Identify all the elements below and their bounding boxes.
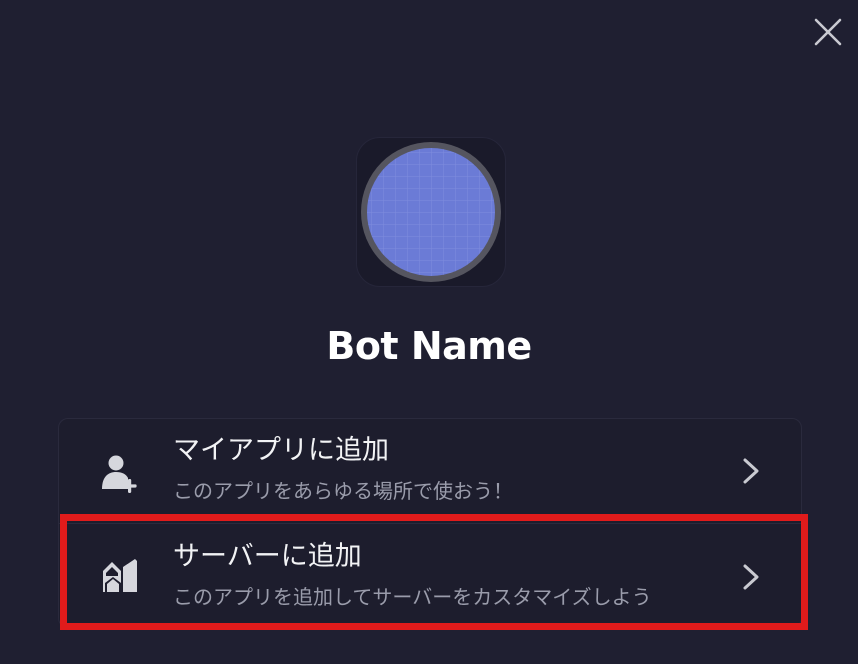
server-icon bbox=[103, 559, 137, 592]
bot-name: Bot Name bbox=[326, 324, 532, 368]
bot-avatar bbox=[361, 142, 501, 282]
add-options-list: マイアプリに追加 このアプリをあらゆる場所で使おう！ サーバーに追加 このアプリ… bbox=[58, 418, 802, 628]
add-to-server-option[interactable]: サーバーに追加 このアプリを追加してサーバーをカスタマイズしよう bbox=[59, 523, 801, 627]
option-title: マイアプリに追加 bbox=[173, 435, 389, 466]
close-button[interactable] bbox=[810, 14, 846, 50]
close-icon bbox=[814, 18, 842, 46]
user-plus-icon bbox=[102, 455, 137, 493]
add-to-my-apps-option[interactable]: マイアプリに追加 このアプリをあらゆる場所で使おう！ bbox=[59, 419, 801, 524]
option-subtitle: このアプリをあらゆる場所で使おう！ bbox=[173, 479, 513, 503]
option-subtitle: このアプリを追加してサーバーをカスタマイズしよう bbox=[173, 585, 652, 609]
option-title: サーバーに追加 bbox=[173, 541, 362, 572]
chevron-right-icon bbox=[743, 564, 759, 590]
bot-avatar-container bbox=[356, 137, 506, 287]
add-app-modal: Bot Name マイアプリに追加 このアプリをあらゆる場所で使おう！ サーバー… bbox=[0, 0, 858, 664]
chevron-right-icon bbox=[743, 458, 759, 484]
